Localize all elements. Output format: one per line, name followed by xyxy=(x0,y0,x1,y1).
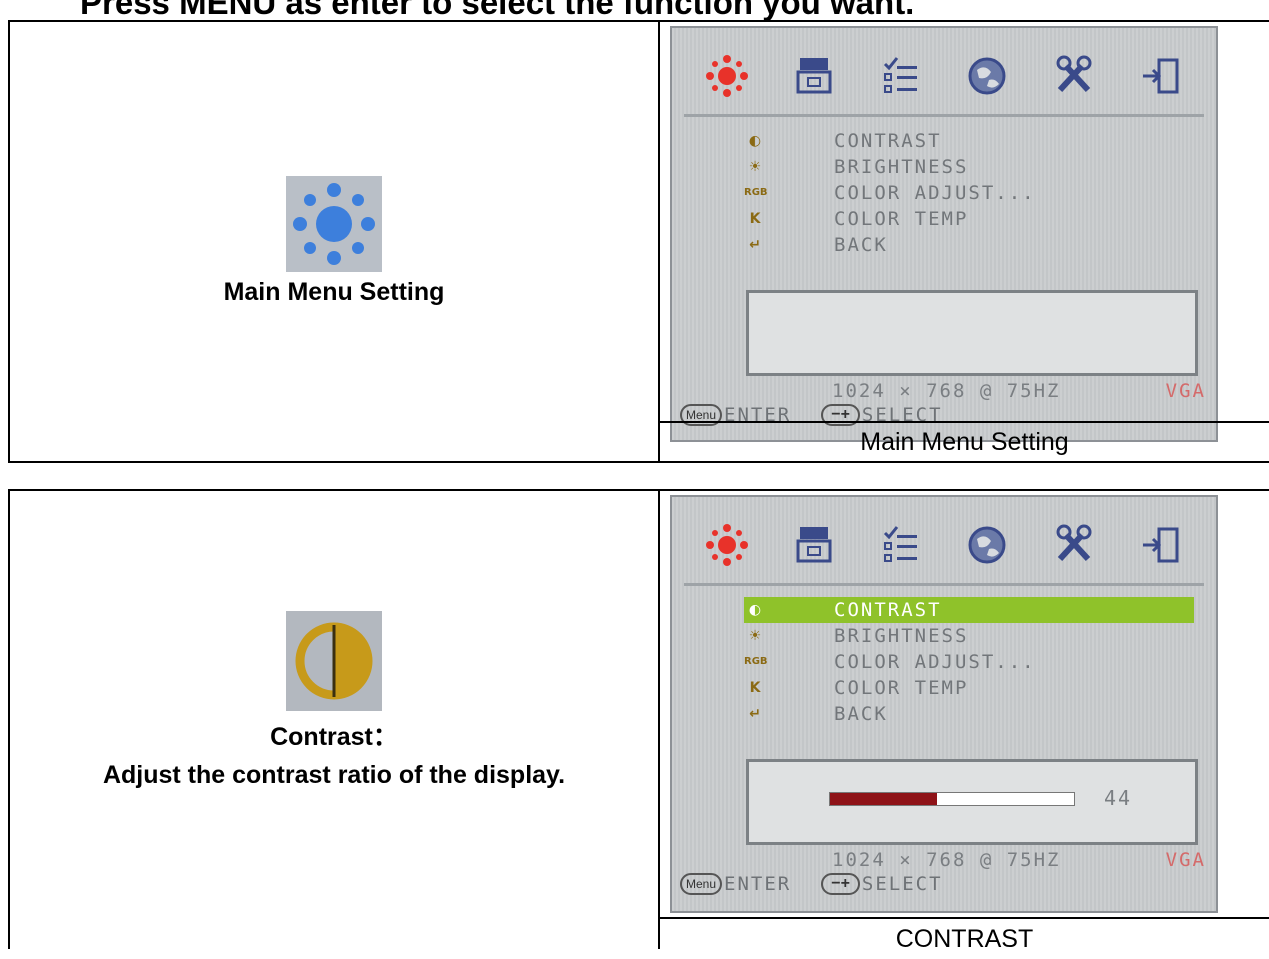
page-heading: Press MENU as enter to select the functi… xyxy=(80,0,915,21)
resolution-text: 1024 × 768 @ 75HZ xyxy=(832,380,1061,402)
menu-item-label: BACK xyxy=(834,703,888,725)
menu-item-label: BRIGHTNESS xyxy=(834,156,969,178)
exit-door-icon[interactable] xyxy=(1139,523,1183,567)
contrast-slider[interactable] xyxy=(829,792,1075,806)
contrast-value: 44 xyxy=(1104,786,1133,810)
osd-menu-list: ◐ CONTRAST ☀ BRIGHTNESS RGB COLOR ADJUST...… xyxy=(744,128,1036,258)
osd-settings-list-icon[interactable] xyxy=(879,523,923,567)
osd-screen: ◐ CONTRAST ☀ BRIGHTNESS RGB COLOR ADJUST...… xyxy=(670,495,1218,913)
rgb-icon: RGB xyxy=(744,187,768,198)
menu-item-brightness[interactable]: ☀ BRIGHTNESS xyxy=(744,154,1036,180)
menu-item-label: CONTRAST xyxy=(834,599,942,621)
color-temp-icon: K xyxy=(749,211,761,227)
sun-icon xyxy=(286,176,382,272)
osd-screen: ◐ CONTRAST ☀ BRIGHTNESS RGB COLOR ADJUST...… xyxy=(670,26,1218,442)
section-contrast: Contrast： Adjust the contrast ratio of t… xyxy=(8,489,1269,953)
menu-item-color-temp[interactable]: K COLOR TEMP xyxy=(744,675,1194,701)
menu-item-label: COLOR ADJUST... xyxy=(834,182,1036,204)
section-description: Adjust the contrast ratio of the display… xyxy=(102,760,566,789)
language-globe-icon[interactable] xyxy=(965,54,1009,98)
image-setting-icon[interactable] xyxy=(792,523,836,567)
contrast-icon: ◐ xyxy=(748,133,762,149)
osd-status-line: 1024 × 768 @ 75HZ VGA xyxy=(832,380,1206,402)
left-cell: Contrast： Adjust the contrast ratio of t… xyxy=(10,491,660,949)
brightness-icon: ☀ xyxy=(748,628,762,644)
image-setting-icon[interactable] xyxy=(792,54,836,98)
osd-menu-list: ◐ CONTRAST ☀ BRIGHTNESS RGB COLOR ADJUST...… xyxy=(744,597,1194,727)
brightness-icon: ☀ xyxy=(748,159,762,175)
section-main-menu: Main Menu Setting ◐ CONTRAST ☀ BRIGHTNES… xyxy=(8,20,1269,463)
menu-item-brightness[interactable]: ☀ BRIGHTNESS xyxy=(744,623,1194,649)
osd-adjust-panel: 44 xyxy=(746,759,1198,845)
contrast-icon xyxy=(286,610,382,711)
contrast-icon: ◐ xyxy=(748,602,762,618)
menu-item-contrast[interactable]: ◐ CONTRAST xyxy=(744,597,1194,623)
picture-sun-icon[interactable] xyxy=(705,54,749,98)
osd-status-line: 1024 × 768 @ 75HZ VGA xyxy=(832,849,1206,871)
menu-item-label: BRIGHTNESS xyxy=(834,625,969,647)
osd-caption: Main Menu Setting xyxy=(660,421,1269,461)
input-source-text: VGA xyxy=(1165,380,1206,402)
menu-item-back[interactable]: ↵ BACK xyxy=(744,232,1036,258)
osd-caption: CONTRAST xyxy=(660,917,1269,953)
input-source-text: VGA xyxy=(1165,849,1206,871)
menu-item-contrast[interactable]: ◐ CONTRAST xyxy=(744,128,1036,154)
language-globe-icon[interactable] xyxy=(965,523,1009,567)
contrast-slider-fill xyxy=(830,793,938,805)
osd-tab-bar xyxy=(684,38,1204,117)
section-title: Contrast： xyxy=(270,722,398,751)
section-title: Main Menu Setting xyxy=(223,278,445,306)
enter-label: ENTER xyxy=(724,873,792,895)
plus-minus-key-icon: −+ xyxy=(821,873,860,895)
back-arrow-icon: ↵ xyxy=(749,237,761,253)
menu-item-label: BACK xyxy=(834,234,888,256)
menu-key-icon: Menu xyxy=(680,873,723,895)
rgb-icon: RGB xyxy=(744,656,768,667)
osd-key-hints: Menu ENTER −+ SELECT xyxy=(680,873,943,895)
tools-icon[interactable] xyxy=(1052,523,1096,567)
exit-door-icon[interactable] xyxy=(1139,54,1183,98)
left-cell: Main Menu Setting xyxy=(10,22,660,461)
menu-item-label: COLOR TEMP xyxy=(834,677,969,699)
select-label: SELECT xyxy=(861,873,943,895)
menu-item-label: CONTRAST xyxy=(834,130,942,152)
menu-item-color-adjust[interactable]: RGB COLOR ADJUST... xyxy=(744,180,1036,206)
osd-info-panel xyxy=(746,290,1198,376)
osd-settings-list-icon[interactable] xyxy=(879,54,923,98)
picture-sun-icon[interactable] xyxy=(705,523,749,567)
back-arrow-icon: ↵ xyxy=(749,706,761,722)
menu-item-label: COLOR ADJUST... xyxy=(834,651,1036,673)
color-temp-icon: K xyxy=(749,680,761,696)
menu-item-back[interactable]: ↵ BACK xyxy=(744,701,1194,727)
menu-item-color-temp[interactable]: K COLOR TEMP xyxy=(744,206,1036,232)
resolution-text: 1024 × 768 @ 75HZ xyxy=(832,849,1061,871)
menu-item-color-adjust[interactable]: RGB COLOR ADJUST... xyxy=(744,649,1194,675)
osd-tab-bar xyxy=(684,507,1204,586)
tools-icon[interactable] xyxy=(1052,54,1096,98)
menu-item-label: COLOR TEMP xyxy=(834,208,969,230)
